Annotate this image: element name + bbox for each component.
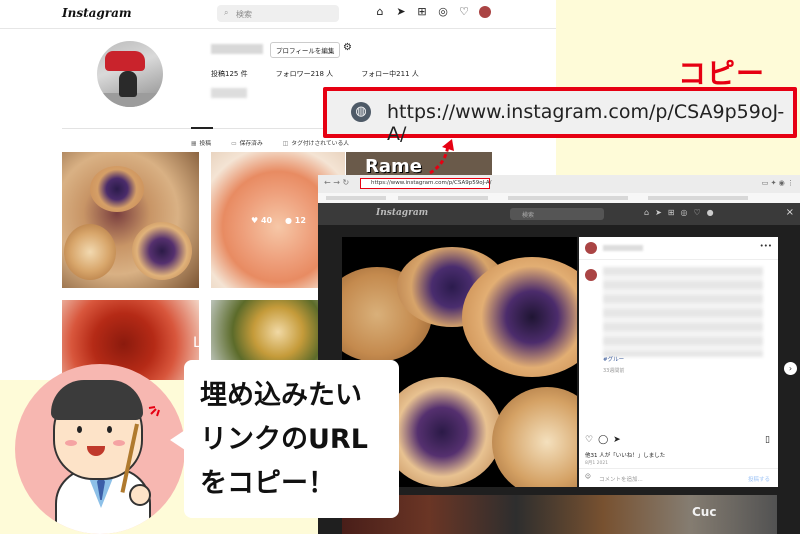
- home-icon[interactable]: ⌂: [374, 6, 386, 18]
- avatar[interactable]: [585, 242, 597, 254]
- posts-count: 投稿125 件: [211, 70, 248, 78]
- zoomed-address-bar: ◍ https://www.instagram.com/p/CSA9p59oJ-…: [323, 87, 797, 145]
- profile-avatar-icon[interactable]: [479, 6, 491, 18]
- more-icon[interactable]: •••: [760, 242, 772, 250]
- bubble-text: 埋め込みたい リンクのURL をコピー！: [200, 380, 368, 499]
- edit-profile-button[interactable]: プロフィールを編集: [270, 42, 341, 58]
- new-post-icon[interactable]: ⊞: [416, 6, 428, 18]
- grid-icon: ▦: [191, 141, 197, 147]
- nav-buttons-icon[interactable]: ← → ↻: [324, 178, 349, 187]
- tab-posts[interactable]: ▦ 投稿: [191, 138, 211, 147]
- tile-text: L: [193, 335, 201, 351]
- heart-icon[interactable]: ♡: [585, 435, 593, 445]
- nav-icons: ⌂ ➤ ⊞ ◎ ♡ ●: [644, 208, 714, 217]
- instagram-logo: Instagram: [376, 208, 429, 218]
- sparkle-icon: [148, 406, 160, 417]
- ig-header: Instagram ⌕ 検索 ⌂ ➤ ⊞ ◎ ♡: [0, 0, 556, 29]
- next-arrow-icon[interactable]: ›: [784, 362, 797, 375]
- explore-icon[interactable]: ◎: [437, 6, 449, 18]
- doctor-illustration: [15, 364, 185, 534]
- send-icon[interactable]: ➤: [613, 435, 621, 445]
- globe-icon: ◍: [351, 102, 371, 122]
- emoji-icon[interactable]: ☺: [585, 474, 591, 480]
- tab-tagged[interactable]: ◫ タグ付けされている人: [283, 138, 349, 147]
- gear-icon[interactable]: ⚙: [343, 42, 352, 53]
- avatar: [585, 269, 597, 281]
- profile-tabs: ▦ 投稿 ▭ 保存済み ◫ タグ付けされている人: [191, 138, 349, 147]
- ig-header-dimmed: Instagram 検索 ⌂ ➤ ⊞ ◎ ♡ ● ×: [318, 203, 800, 225]
- post-comment-button[interactable]: 投稿する: [748, 475, 770, 483]
- copy-label: コピー: [678, 57, 766, 90]
- post-date: 8月1 2021: [585, 461, 609, 466]
- hashtag-link[interactable]: #グルー: [603, 355, 624, 363]
- post-tile-bread[interactable]: [62, 152, 199, 288]
- close-icon[interactable]: ×: [786, 207, 794, 218]
- avatar-person: [119, 71, 137, 97]
- bookmark-icon[interactable]: ▯: [765, 435, 770, 445]
- comment-input[interactable]: コメントを追加...: [599, 475, 643, 483]
- username-blurred: [603, 245, 643, 251]
- active-tab-indicator: [191, 127, 213, 129]
- browser-toolbar: ← → ↻ https://www.instagram.com/p/CSA9p5…: [318, 175, 800, 193]
- bookmark-icon: ▭: [231, 141, 237, 147]
- profile-avatar: [97, 41, 163, 107]
- address-bar[interactable]: https://www.instagram.com/p/CSA9p59oJ-A/: [360, 178, 492, 189]
- search-input: 検索: [510, 208, 604, 220]
- post-time: 33週間前: [603, 368, 625, 374]
- search-input[interactable]: ⌕ 検索: [217, 5, 339, 22]
- extensions-icons[interactable]: ▭ ✦ ◉ ⋮: [762, 179, 794, 187]
- search-icon: ⌕: [224, 8, 229, 17]
- heart-icon[interactable]: ♡: [458, 6, 470, 18]
- followers-count[interactable]: フォロワー218 人: [276, 69, 334, 79]
- comment-icon[interactable]: ◯: [598, 435, 608, 445]
- search-placeholder: 検索: [236, 10, 252, 19]
- post-actions: ♡ ◯ ➤: [585, 435, 621, 445]
- profile-stats: 投稿125 件 フォロワー218 人 フォロー中211 人: [211, 69, 419, 79]
- bubble-tail: [170, 430, 185, 450]
- instagram-logo[interactable]: Instagram: [62, 6, 132, 20]
- tile-likes: ♥ 40: [251, 216, 273, 225]
- nav-icons: ⌂ ➤ ⊞ ◎ ♡: [374, 6, 491, 18]
- avatar-car: [105, 51, 145, 71]
- bio-blurred: [211, 88, 247, 98]
- post-detail-panel: ••• #グルー 33週間前 ♡ ◯ ➤ ▯ 他31 人が「いいね！」しました …: [579, 237, 778, 487]
- tab-saved[interactable]: ▭ 保存済み: [231, 138, 263, 147]
- tag-icon: ◫: [282, 141, 289, 147]
- likes-text[interactable]: 他31 人が「いいね！」しました: [585, 451, 665, 459]
- dashed-arrow: [429, 139, 454, 175]
- comment-box: ☺ コメントを追加... 投稿する: [579, 468, 778, 488]
- tile-comments: ● 12: [285, 216, 306, 225]
- bookmarks-bar: [318, 193, 800, 203]
- following-count[interactable]: フォロー中211 人: [361, 69, 419, 79]
- caption-blurred: [603, 267, 763, 357]
- send-icon[interactable]: ➤: [395, 6, 407, 18]
- post-header: •••: [579, 237, 778, 260]
- thumbnail-text: Cuc: [692, 505, 717, 519]
- username-blurred: [211, 44, 263, 54]
